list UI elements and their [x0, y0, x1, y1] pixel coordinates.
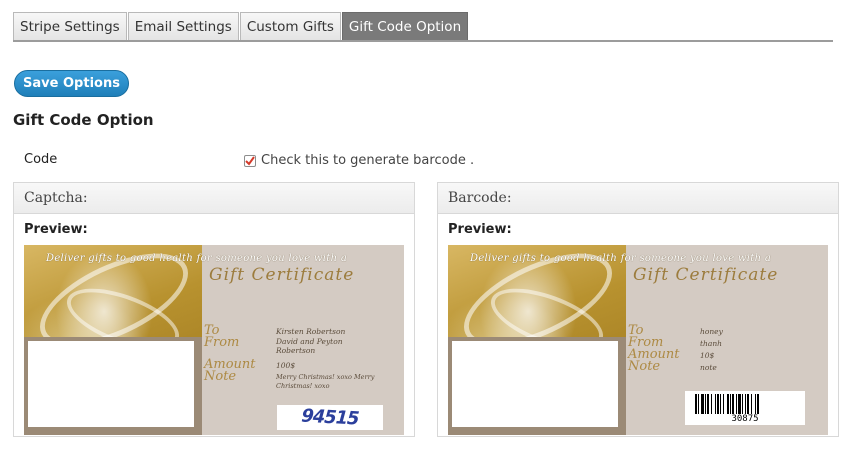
checkbox-label: Check this to generate barcode .: [261, 153, 475, 168]
barcode-panel: Barcode: Preview: Deliver gifts to good …: [437, 182, 839, 437]
barcode-preview-label: Preview:: [448, 222, 512, 237]
section-title: Gift Code Option: [13, 111, 154, 129]
tab-email-settings[interactable]: Email Settings: [127, 12, 239, 40]
barcode-bar: [717, 394, 719, 414]
from-value: thanh: [700, 339, 722, 348]
barcode-bar: [723, 394, 724, 414]
barcode-bars: [695, 394, 759, 414]
barcode-bar: [732, 394, 734, 414]
tabs-divider: [13, 40, 833, 42]
barcode-bar: [742, 394, 743, 414]
note-label: Note: [204, 369, 237, 384]
barcode-number: 30875: [731, 414, 759, 424]
barcode-bar: [698, 394, 699, 414]
tab-gift-code-option[interactable]: Gift Code Option: [341, 12, 469, 40]
barcode-bar: [695, 394, 697, 414]
captcha-code: 94515: [298, 405, 362, 430]
certificate-blank-area: [452, 341, 618, 427]
certificate-title: Gift Certificate: [633, 265, 779, 285]
save-options-button[interactable]: Save Options: [14, 70, 129, 97]
captcha-certificate-preview: Deliver gifts to good health for someone…: [24, 245, 404, 435]
note-value: note: [700, 363, 717, 372]
certificate-blank-area: [28, 341, 194, 427]
amount-value: 100$: [276, 361, 296, 370]
barcode-bar: [701, 394, 704, 414]
captcha-preview-label: Preview:: [24, 222, 88, 237]
from-value: David and Peyton Robertson: [276, 337, 343, 355]
barcode-bar: [751, 394, 752, 414]
barcode-bar: [745, 394, 746, 414]
barcode-panel-title: Barcode:: [438, 183, 838, 214]
certificate-title: Gift Certificate: [209, 265, 355, 285]
barcode-certificate-preview: Deliver gifts to good health for someone…: [448, 245, 828, 435]
note-label: Note: [628, 359, 661, 374]
tab-custom-gifts[interactable]: Custom Gifts: [239, 12, 341, 40]
amount-value: 10$: [700, 351, 715, 360]
from-label: From: [204, 335, 240, 350]
barcode-bar: [755, 394, 756, 414]
barcode-bar: [720, 394, 721, 414]
to-value: Kirsten Robertson: [276, 327, 346, 336]
captcha-panel-title: Captcha:: [14, 183, 414, 214]
generate-barcode-checkbox[interactable]: [244, 154, 256, 167]
barcode-bar: [707, 394, 709, 414]
to-value: honey: [700, 327, 723, 336]
barcode-bar: [738, 394, 741, 414]
barcode-bar: [705, 394, 706, 414]
barcode-bar: [747, 394, 749, 414]
certificate-headline: Deliver gifts to good health for someone…: [46, 253, 348, 264]
note-value: Merry Christmas! xoxo Merry Christmas! x…: [276, 373, 375, 390]
captcha-panel: Captcha: Preview: Deliver gifts to good …: [13, 182, 415, 437]
tab-stripe-settings[interactable]: Stripe Settings: [13, 12, 127, 40]
code-label: Code: [24, 152, 58, 167]
barcode-bar: [757, 394, 759, 414]
barcode-bar: [715, 394, 716, 414]
checkmark-icon: [245, 155, 255, 166]
barcode-image: 30875: [685, 391, 805, 425]
barcode-bar: [736, 394, 737, 414]
barcode-checkbox-row[interactable]: Check this to generate barcode .: [244, 153, 474, 168]
captcha-image: 94515: [277, 405, 383, 430]
barcode-bar: [711, 394, 712, 414]
certificate-headline: Deliver gifts to good health for someone…: [470, 253, 772, 264]
settings-tabs: Stripe Settings Email Settings Custom Gi…: [13, 12, 469, 40]
barcode-bar: [727, 394, 729, 414]
barcode-bar: [730, 394, 731, 414]
